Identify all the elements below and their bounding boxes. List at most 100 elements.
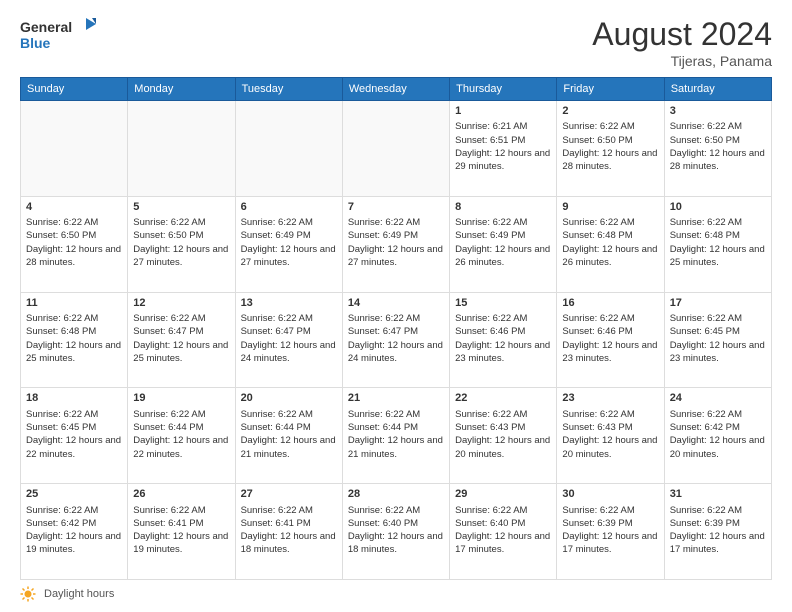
day-number: 22 <box>455 391 551 406</box>
calendar-cell-18: 18Sunrise: 6:22 AMSunset: 6:45 PMDayligh… <box>21 388 128 484</box>
day-number: 24 <box>670 391 766 406</box>
day-number: 7 <box>348 200 444 215</box>
calendar-cell-21: 21Sunrise: 6:22 AMSunset: 6:44 PMDayligh… <box>342 388 449 484</box>
calendar-cell-22: 22 Sunrise: 6:22 AMSunset: 6:43 PMDayligh… <box>450 388 557 484</box>
col-header-thursday: Thursday <box>450 78 557 101</box>
cell-info: Sunrise: 6:22 AMSunset: 6:42 PMDaylight:… <box>26 505 121 556</box>
svg-text:General: General <box>20 19 72 35</box>
calendar-cell-3: 3Sunrise: 6:22 AMSunset: 6:50 PMDaylight… <box>664 101 771 197</box>
day-number: 16 <box>562 296 658 311</box>
cell-info: Sunrise: 6:21 AMSunset: 6:51 PMDaylight:… <box>455 121 550 172</box>
day-number: 29 <box>455 487 551 502</box>
day-number: 9 <box>562 200 658 215</box>
sun-icon <box>20 586 36 602</box>
calendar-cell-empty <box>128 101 235 197</box>
cell-info: Sunrise: 6:22 AMSunset: 6:47 PMDaylight:… <box>241 313 336 364</box>
calendar-cell-12: 12 Sunrise: 6:22 AMSunset: 6:47 PMDayligh… <box>128 292 235 388</box>
calendar-cell-26: 26Sunrise: 6:22 AMSunset: 6:41 PMDayligh… <box>128 484 235 580</box>
cell-info: Sunrise: 6:22 AMSunset: 6:45 PMDaylight:… <box>670 313 765 364</box>
calendar-cell-4: 4Sunrise: 6:22 AMSunset: 6:50 PMDaylight… <box>21 196 128 292</box>
cell-info: Sunrise: 6:22 AMSunset: 6:48 PMDaylight:… <box>26 313 121 364</box>
calendar-cell-31: 31Sunrise: 6:22 AMSunset: 6:39 PMDayligh… <box>664 484 771 580</box>
cell-info: Sunrise: 6:22 AMSunset: 6:50 PMDaylight:… <box>562 121 657 172</box>
week-row-1: 1 Sunrise: 6:21 AMSunset: 6:51 PMDaylight… <box>21 101 772 197</box>
cell-info: Sunrise: 6:22 AMSunset: 6:44 PMDaylight:… <box>133 409 228 460</box>
day-number: 12 <box>133 296 229 311</box>
cell-info: Sunrise: 6:22 AMSunset: 6:49 PMDaylight:… <box>241 217 336 268</box>
footer-label: Daylight hours <box>44 588 114 600</box>
calendar-header-row: SundayMondayTuesdayWednesdayThursdayFrid… <box>21 78 772 101</box>
generalblue-logo: General Blue <box>20 16 100 56</box>
day-number: 2 <box>562 104 658 119</box>
day-number: 8 <box>455 200 551 215</box>
calendar-cell-empty <box>342 101 449 197</box>
day-number: 19 <box>133 391 229 406</box>
cell-info: Sunrise: 6:22 AMSunset: 6:39 PMDaylight:… <box>562 505 657 556</box>
day-number: 13 <box>241 296 337 311</box>
col-header-friday: Friday <box>557 78 664 101</box>
cell-info: Sunrise: 6:22 AMSunset: 6:44 PMDaylight:… <box>348 409 443 460</box>
page: General Blue August 2024 Tijeras, Panama… <box>0 0 792 612</box>
cell-info: Sunrise: 6:22 AMSunset: 6:46 PMDaylight:… <box>562 313 657 364</box>
day-number: 14 <box>348 296 444 311</box>
calendar-cell-6: 6Sunrise: 6:22 AMSunset: 6:49 PMDaylight… <box>235 196 342 292</box>
cell-info: Sunrise: 6:22 AMSunset: 6:49 PMDaylight:… <box>455 217 550 268</box>
svg-text:Blue: Blue <box>20 35 51 51</box>
day-number: 5 <box>133 200 229 215</box>
calendar-cell-27: 27Sunrise: 6:22 AMSunset: 6:41 PMDayligh… <box>235 484 342 580</box>
day-number: 23 <box>562 391 658 406</box>
day-number: 26 <box>133 487 229 502</box>
cell-info: Sunrise: 6:22 AMSunset: 6:49 PMDaylight:… <box>348 217 443 268</box>
cell-info: Sunrise: 6:22 AMSunset: 6:47 PMDaylight:… <box>133 313 228 364</box>
calendar-cell-29: 29 Sunrise: 6:22 AMSunset: 6:40 PMDayligh… <box>450 484 557 580</box>
cell-info: Sunrise: 6:22 AMSunset: 6:50 PMDaylight:… <box>670 121 765 172</box>
cell-info: Sunrise: 6:22 AMSunset: 6:47 PMDaylight:… <box>348 313 443 364</box>
week-row-4: 18Sunrise: 6:22 AMSunset: 6:45 PMDayligh… <box>21 388 772 484</box>
month-title: August 2024 <box>592 16 772 53</box>
week-row-5: 25 Sunrise: 6:22 AMSunset: 6:42 PMDayligh… <box>21 484 772 580</box>
calendar-cell-30: 30 Sunrise: 6:22 AMSunset: 6:39 PMDayligh… <box>557 484 664 580</box>
cell-info: Sunrise: 6:22 AMSunset: 6:48 PMDaylight:… <box>670 217 765 268</box>
day-number: 25 <box>26 487 122 502</box>
logo: General Blue <box>20 16 100 56</box>
calendar-table: SundayMondayTuesdayWednesdayThursdayFrid… <box>20 77 772 580</box>
calendar-cell-28: 28 Sunrise: 6:22 AMSunset: 6:40 PMDayligh… <box>342 484 449 580</box>
day-number: 17 <box>670 296 766 311</box>
cell-info: Sunrise: 6:22 AMSunset: 6:50 PMDaylight:… <box>133 217 228 268</box>
cell-info: Sunrise: 6:22 AMSunset: 6:40 PMDaylight:… <box>348 505 443 556</box>
cell-info: Sunrise: 6:22 AMSunset: 6:50 PMDaylight:… <box>26 217 121 268</box>
calendar-cell-1: 1 Sunrise: 6:21 AMSunset: 6:51 PMDaylight… <box>450 101 557 197</box>
cell-info: Sunrise: 6:22 AMSunset: 6:43 PMDaylight:… <box>455 409 550 460</box>
cell-info: Sunrise: 6:22 AMSunset: 6:44 PMDaylight:… <box>241 409 336 460</box>
day-number: 28 <box>348 487 444 502</box>
col-header-wednesday: Wednesday <box>342 78 449 101</box>
cell-info: Sunrise: 6:22 AMSunset: 6:45 PMDaylight:… <box>26 409 121 460</box>
calendar-cell-5: 5 Sunrise: 6:22 AMSunset: 6:50 PMDaylight… <box>128 196 235 292</box>
cell-info: Sunrise: 6:22 AMSunset: 6:48 PMDaylight:… <box>562 217 657 268</box>
day-number: 10 <box>670 200 766 215</box>
week-row-3: 11 Sunrise: 6:22 AMSunset: 6:48 PMDayligh… <box>21 292 772 388</box>
calendar-cell-8: 8 Sunrise: 6:22 AMSunset: 6:49 PMDaylight… <box>450 196 557 292</box>
calendar-cell-25: 25 Sunrise: 6:22 AMSunset: 6:42 PMDayligh… <box>21 484 128 580</box>
week-row-2: 4Sunrise: 6:22 AMSunset: 6:50 PMDaylight… <box>21 196 772 292</box>
calendar-cell-9: 9 Sunrise: 6:22 AMSunset: 6:48 PMDaylight… <box>557 196 664 292</box>
day-number: 1 <box>455 104 551 119</box>
col-header-tuesday: Tuesday <box>235 78 342 101</box>
cell-info: Sunrise: 6:22 AMSunset: 6:40 PMDaylight:… <box>455 505 550 556</box>
col-header-sunday: Sunday <box>21 78 128 101</box>
col-header-saturday: Saturday <box>664 78 771 101</box>
calendar-cell-14: 14 Sunrise: 6:22 AMSunset: 6:47 PMDayligh… <box>342 292 449 388</box>
cell-info: Sunrise: 6:22 AMSunset: 6:43 PMDaylight:… <box>562 409 657 460</box>
day-number: 11 <box>26 296 122 311</box>
calendar-cell-2: 2 Sunrise: 6:22 AMSunset: 6:50 PMDaylight… <box>557 101 664 197</box>
calendar-cell-15: 15 Sunrise: 6:22 AMSunset: 6:46 PMDayligh… <box>450 292 557 388</box>
calendar-cell-24: 24 Sunrise: 6:22 AMSunset: 6:42 PMDayligh… <box>664 388 771 484</box>
day-number: 30 <box>562 487 658 502</box>
col-header-monday: Monday <box>128 78 235 101</box>
day-number: 27 <box>241 487 337 502</box>
cell-info: Sunrise: 6:22 AMSunset: 6:42 PMDaylight:… <box>670 409 765 460</box>
calendar-cell-10: 10 Sunrise: 6:22 AMSunset: 6:48 PMDayligh… <box>664 196 771 292</box>
cell-info: Sunrise: 6:22 AMSunset: 6:46 PMDaylight:… <box>455 313 550 364</box>
day-number: 15 <box>455 296 551 311</box>
day-number: 31 <box>670 487 766 502</box>
